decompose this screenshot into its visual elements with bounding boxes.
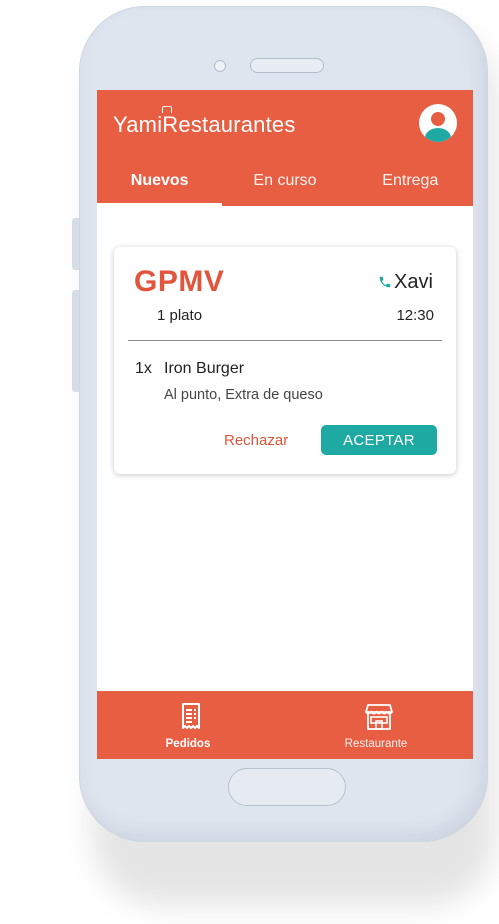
item-quantity: 1x <box>135 360 152 377</box>
tab-en-curso[interactable]: En curso <box>222 172 347 206</box>
nav-label-pedidos: Pedidos <box>165 738 211 750</box>
bottom-nav: Pedidos Restaurante <box>97 691 473 759</box>
nav-label-restaurante: Restaurante <box>344 738 408 750</box>
nav-item-pedidos[interactable]: Pedidos <box>97 691 285 759</box>
tab-nuevos[interactable]: Nuevos <box>97 172 223 206</box>
logo-text: YamiRestaurantes <box>113 112 296 137</box>
accept-button[interactable]: ACEPTAR <box>321 425 437 455</box>
item-notes: Al punto, Extra de queso <box>164 387 323 403</box>
order-tabs: Nuevos En curso Entrega <box>97 172 473 206</box>
user-avatar-icon[interactable] <box>419 104 457 142</box>
phone-speaker <box>250 58 324 73</box>
order-code: GPMV <box>134 265 225 298</box>
phone-icon[interactable] <box>378 275 392 289</box>
chef-hat-icon <box>162 106 172 113</box>
tab-entrega[interactable]: Entrega <box>348 172 473 206</box>
phone-home-button[interactable] <box>228 768 346 806</box>
storefront-icon <box>365 704 393 730</box>
card-divider <box>128 340 442 341</box>
tab-label: En curso <box>253 172 317 189</box>
customer-name: Xavi <box>394 271 433 293</box>
avatar-head <box>431 112 445 126</box>
app-header: YamiRestaurantes Nuevos En curso Entrega <box>97 90 473 206</box>
nav-item-restaurante[interactable]: Restaurante <box>285 691 473 759</box>
tab-label: Entrega <box>382 172 439 189</box>
plate-count: 1 plato <box>157 307 203 324</box>
item-name: Iron Burger <box>164 360 245 377</box>
app-screen: YamiRestaurantes Nuevos En curso Entrega… <box>97 90 473 759</box>
app-logo: YamiRestaurantes <box>113 106 296 138</box>
order-time: 12:30 <box>396 307 434 324</box>
reject-button[interactable]: Rechazar <box>224 432 288 449</box>
tab-label: Nuevos <box>130 172 189 189</box>
receipt-icon <box>182 703 200 729</box>
avatar-body <box>425 128 451 142</box>
order-card[interactable]: GPMV Xavi 1 plato 12:30 1x Iron Burger A… <box>114 247 456 474</box>
phone-camera <box>214 60 226 72</box>
